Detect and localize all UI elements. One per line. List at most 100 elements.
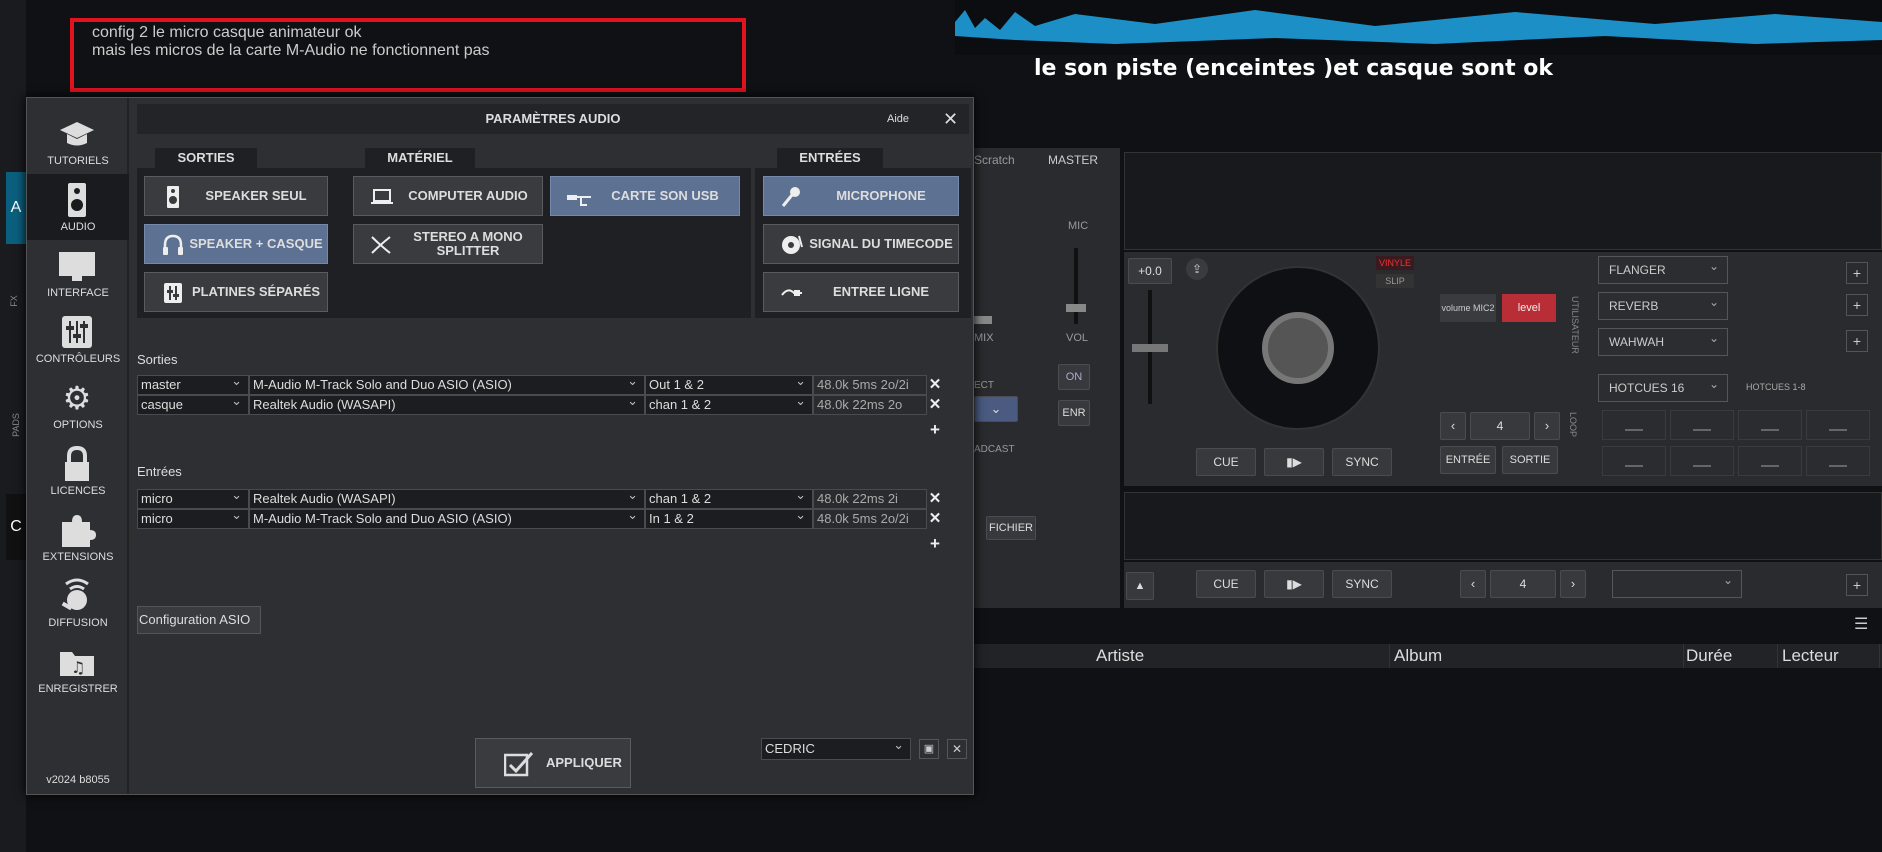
configuration-asio-button[interactable]: Configuration ASIO [137,606,261,634]
upload-icon[interactable]: ⇪ [1186,258,1208,280]
profile-select[interactable]: CEDRIC [761,738,911,760]
input-device-select[interactable]: M-Audio M-Track Solo and Duo ASIO (ASIO) [249,509,645,529]
remove-input-button[interactable]: ✕ [928,510,942,528]
computer-audio-button[interactable]: COMPUTER AUDIO [353,176,543,216]
sidebar-item-licences[interactable]: LICENCES [27,438,129,504]
save-icon[interactable]: ▣ [919,739,939,759]
platines-separes-button[interactable]: PLATINES SÉPARÉS [144,272,328,312]
output-device-select[interactable]: Realtek Audio (WASAPI) [249,395,645,415]
signal-timecode-button[interactable]: SIGNAL DU TIMECODE [763,224,959,264]
fx-add-1[interactable]: + [1846,262,1868,284]
jog-wheel[interactable] [1216,266,1380,430]
input-channel-select[interactable]: In 1 & 2 [645,509,813,529]
sidebar-item-diffusion[interactable]: DIFFUSION [27,570,129,636]
entree-ligne-button[interactable]: ENTREE LIGNE [763,272,959,312]
mic-fader[interactable] [1074,248,1078,324]
column-lecteur[interactable]: Lecteur [1776,644,1880,668]
fx-add-2[interactable]: + [1846,294,1868,316]
fichier-button[interactable]: FICHIER [986,516,1036,540]
deck2-loop-next[interactable]: › [1560,570,1586,598]
input-name-select[interactable]: micro [137,509,249,529]
fx-add-3[interactable]: + [1846,330,1868,352]
list-view-icon[interactable]: ☰ [1854,614,1882,636]
hotcue-pad[interactable] [1670,446,1734,476]
deck2-sync-button[interactable]: SYNC [1332,570,1392,598]
volume-mic2-label[interactable]: volume MIC2 [1440,294,1496,322]
hotcue-pad[interactable] [1806,446,1870,476]
mic-fader-knob[interactable] [1066,304,1086,312]
hotcue-pad[interactable] [1738,410,1802,440]
input-channel-select[interactable]: chan 1 & 2 [645,489,813,509]
vinyle-badge[interactable]: VINYLE [1376,256,1414,270]
output-channel-select[interactable]: chan 1 & 2 [645,395,813,415]
loop-prev[interactable]: ‹ [1440,412,1466,440]
deck2-loop-prev[interactable]: ‹ [1460,570,1486,598]
output-channel-select[interactable]: Out 1 & 2 [645,375,813,395]
sorties-label: Sorties [137,352,178,367]
hotcue-pad[interactable] [1806,410,1870,440]
deck2-cue-button[interactable]: CUE [1196,570,1256,598]
cue-button[interactable]: CUE [1196,448,1256,476]
on-button[interactable]: ON [1058,364,1090,390]
column-artiste[interactable]: Artiste [1090,644,1390,668]
fx-select-3[interactable]: WAHWAH [1598,325,1728,356]
loop-value: 4 [1470,412,1530,440]
slip-badge[interactable]: SLIP [1376,274,1414,288]
play-pause-button[interactable]: ▮▶ [1264,448,1324,476]
hotcue-pad[interactable] [1602,446,1666,476]
level-button[interactable]: level [1502,294,1556,322]
output-name-select[interactable]: master [137,375,249,395]
hotcue-pad[interactable] [1602,410,1666,440]
apply-button[interactable]: APPLIQUER [475,738,631,788]
pitch-fader-knob[interactable] [1132,344,1168,352]
remove-output-button[interactable]: ✕ [928,396,942,414]
input-device-select[interactable]: Realtek Audio (WASAPI) [249,489,645,509]
sidebar-item-interface[interactable]: INTERFACE [27,240,129,306]
carte-son-usb-button[interactable]: CARTE SON USB [550,176,740,216]
speaker-casque-button[interactable]: SPEAKER + CASQUE [144,224,328,264]
entree-button[interactable]: ENTRÉE [1440,446,1496,474]
fx-select-2[interactable]: REVERB [1598,289,1728,320]
remove-input-button[interactable]: ✕ [928,490,942,508]
checkbox-check-icon [503,751,534,782]
remove-output-button[interactable]: ✕ [928,376,942,394]
enr-button[interactable]: ENR [1058,400,1090,426]
sortie-button[interactable]: SORTIE [1502,446,1558,474]
loop-next[interactable]: › [1534,412,1560,440]
deck2-add[interactable]: + [1846,574,1868,596]
side-tab-c[interactable]: C [6,494,26,560]
tab-master[interactable]: MASTER [1046,150,1100,170]
column-album[interactable]: Album [1388,644,1684,668]
tab-scratch[interactable]: Scratch [974,150,1046,170]
deck2-select[interactable] [1612,567,1742,598]
output-name-select[interactable]: casque [137,395,249,415]
sidebar-item-audio[interactable]: AUDIO [27,174,129,240]
column-duree[interactable]: Durée [1680,644,1778,668]
fx-select-1[interactable]: FLANGER [1598,253,1728,284]
sidebar-item-extensions[interactable]: EXTENSIONS [27,504,129,570]
help-button[interactable]: Aide [887,104,909,134]
add-output-button[interactable]: + [928,421,942,439]
deck2-play-pause-button[interactable]: ▮▶ [1264,570,1324,598]
sidebar-item-label: LICENCES [50,485,106,497]
sidebar-item-enregistrer[interactable]: ♫ ENREGISTRER [27,636,129,702]
deck2-eject[interactable]: ▲ [1126,572,1154,600]
hotcues-select[interactable]: HOTCUES 16 [1598,371,1728,402]
mix-fader-knob[interactable] [974,316,992,324]
microphone-button[interactable]: MICROPHONE [763,176,959,216]
close-icon[interactable]: ✕ [943,104,958,134]
sync-button[interactable]: SYNC [1332,448,1392,476]
input-name-select[interactable]: micro [137,489,249,509]
side-tab-a[interactable]: A [6,172,26,244]
hotcue-pad[interactable] [1738,446,1802,476]
hotcue-pad[interactable] [1670,410,1734,440]
sidebar-item-options[interactable]: ⚙ OPTIONS [27,372,129,438]
sidebar-item-controleurs[interactable]: CONTRÔLEURS [27,306,129,372]
sidebar-item-tutoriels[interactable]: TUTORIELS [27,108,129,174]
stereo-mono-splitter-button[interactable]: STEREO A MONO SPLITTER [353,224,543,264]
output-device-select[interactable]: M-Audio M-Track Solo and Duo ASIO (ASIO) [249,375,645,395]
speaker-seul-button[interactable]: SPEAKER SEUL [144,176,328,216]
add-input-button[interactable]: + [928,535,942,553]
delete-icon[interactable]: ✕ [947,739,967,759]
dropdown-button[interactable]: ⌄ [974,396,1018,422]
